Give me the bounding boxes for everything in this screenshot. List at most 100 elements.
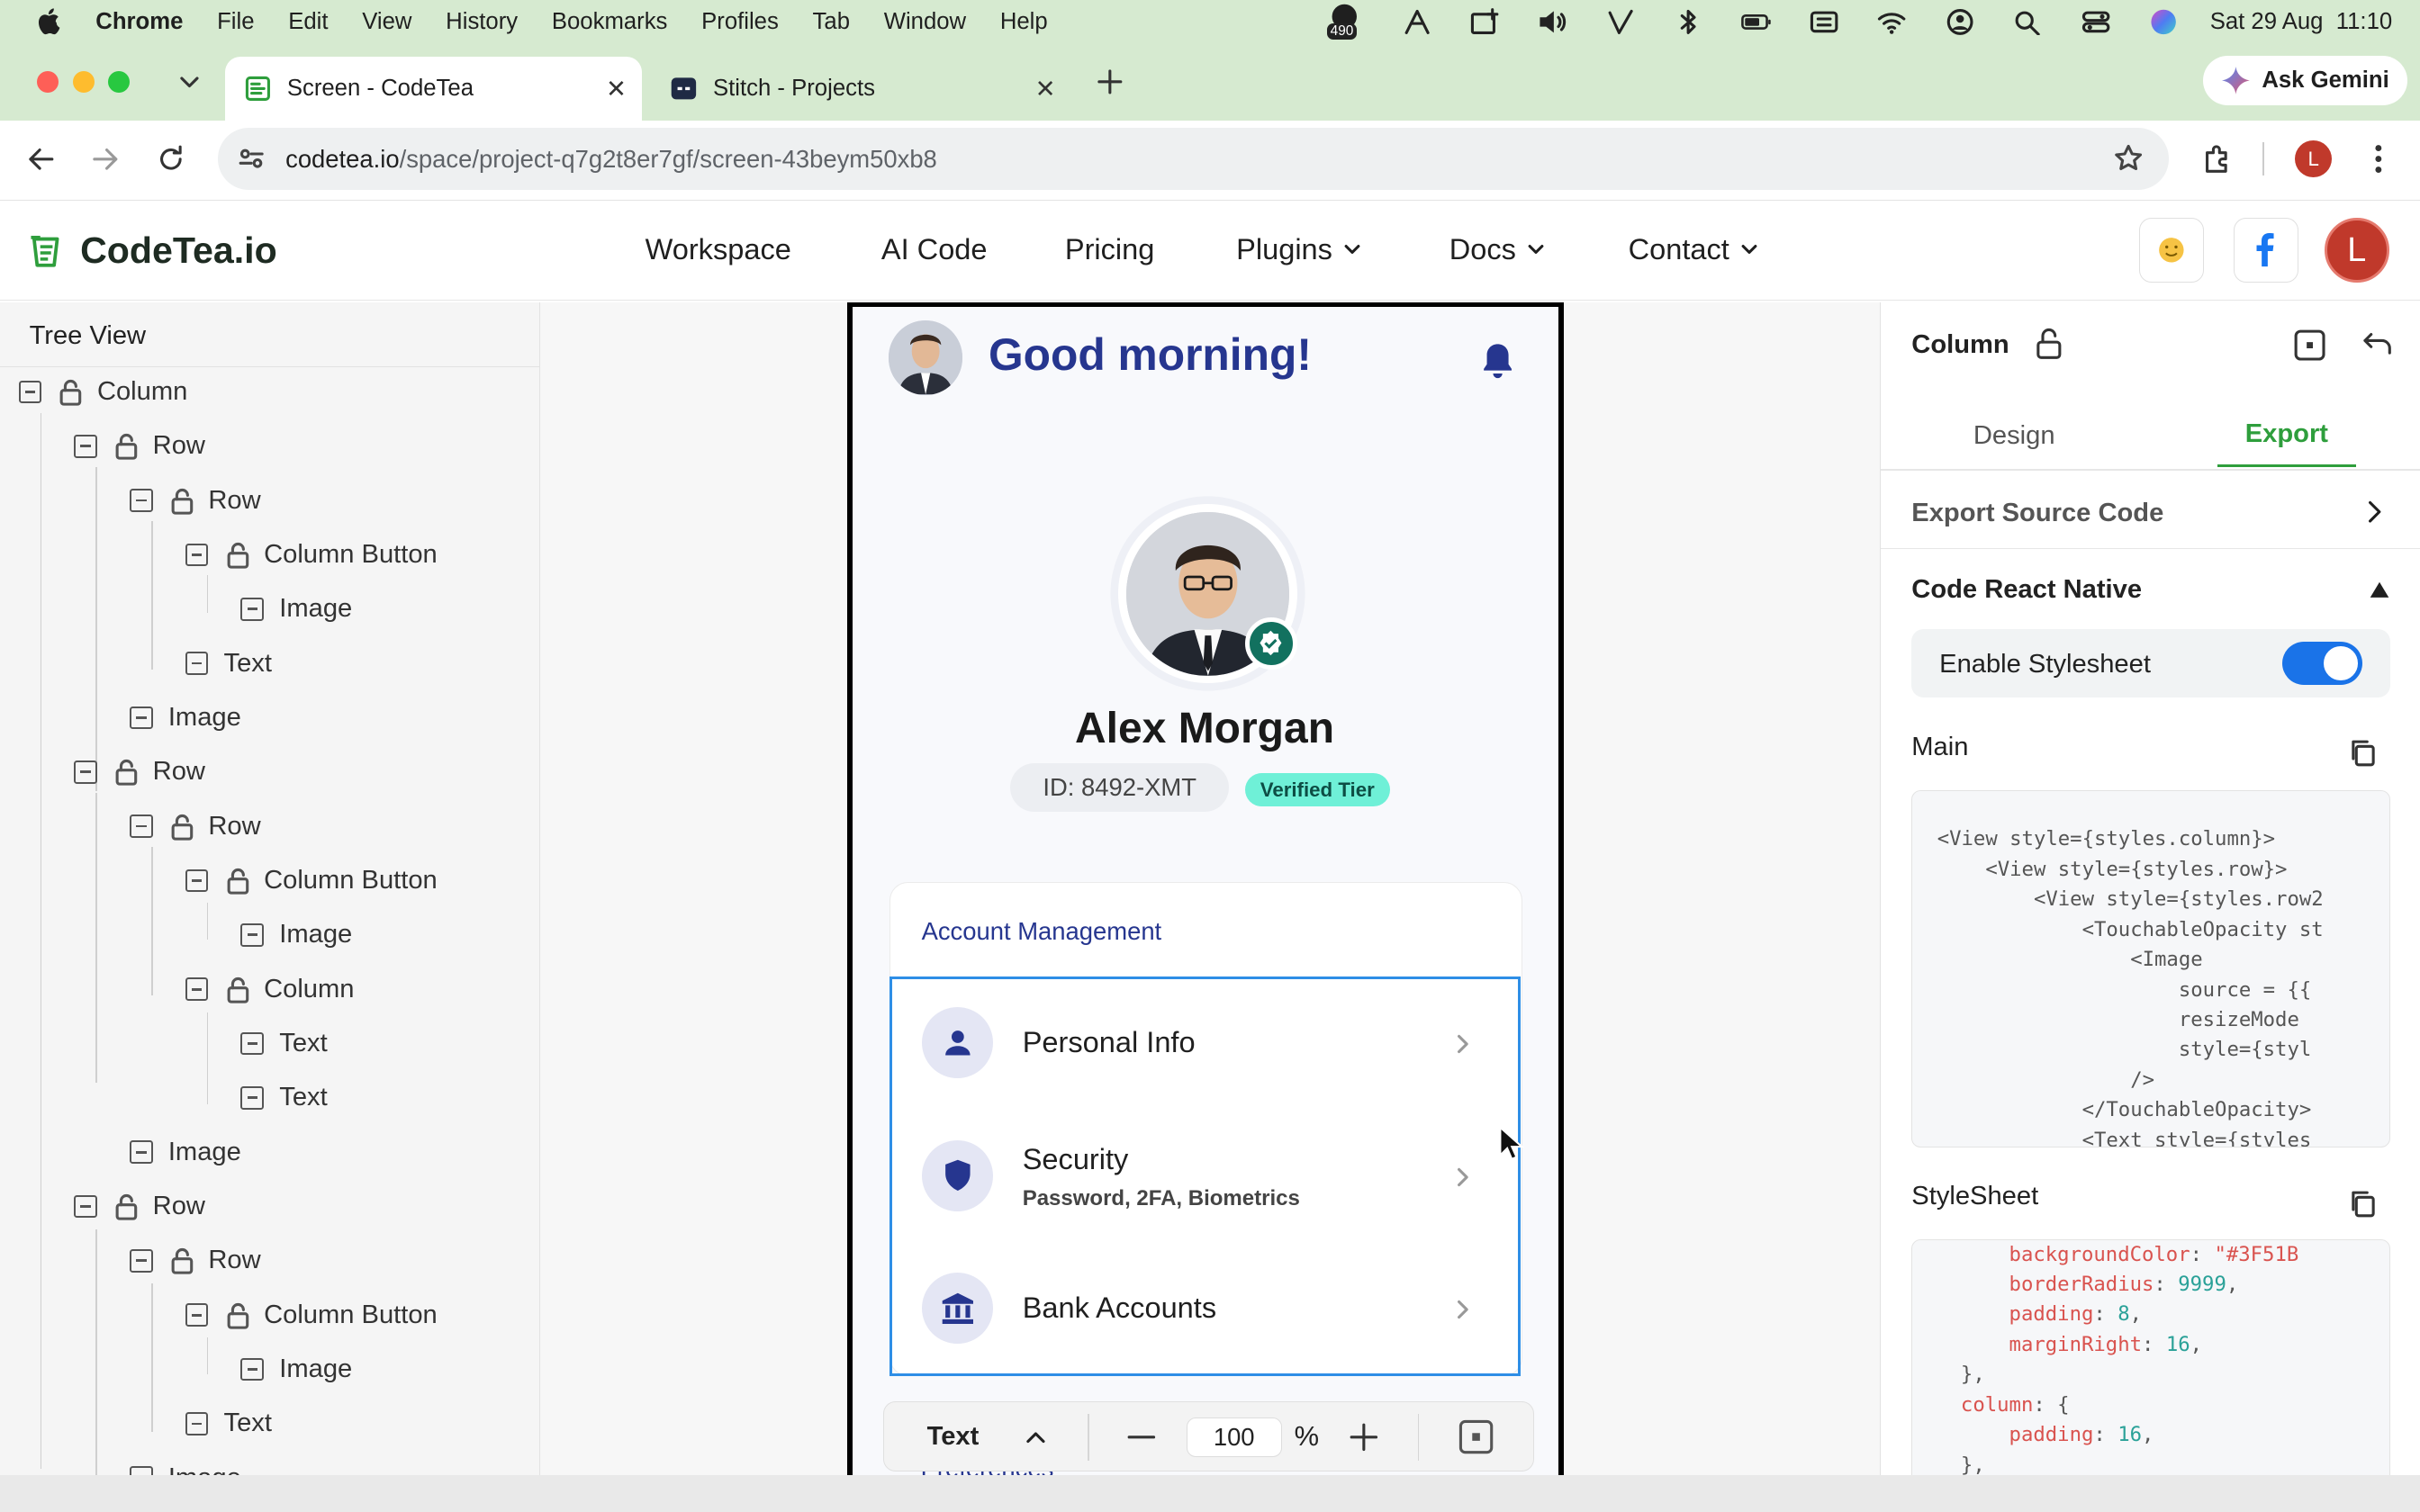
- nav-docs[interactable]: Docs: [1449, 233, 1547, 266]
- menu-app-name[interactable]: Chrome: [95, 9, 183, 35]
- app-a-icon[interactable]: [1398, 6, 1435, 37]
- back-arrow-icon[interactable]: [24, 142, 59, 176]
- undo-icon[interactable]: [2359, 327, 2396, 364]
- collapse-minus-icon[interactable]: [240, 923, 265, 947]
- collapse-minus-icon[interactable]: [130, 489, 153, 512]
- keyboard-input-icon[interactable]: [1806, 6, 1843, 37]
- unlock-icon[interactable]: [113, 1192, 140, 1220]
- window-minimize-button[interactable]: [72, 70, 95, 93]
- menu-history[interactable]: History: [446, 9, 518, 35]
- window-close-button[interactable]: [37, 70, 59, 93]
- collapse-minus-icon[interactable]: [185, 1412, 209, 1436]
- collapse-minus-icon[interactable]: [185, 868, 209, 893]
- volume-icon[interactable]: [1534, 6, 1571, 37]
- nav-pricing[interactable]: Pricing: [1065, 233, 1155, 266]
- copy-main-icon[interactable]: [2347, 737, 2378, 768]
- main-code-block[interactable]: <View style={styles.column}> <View style…: [1911, 789, 2390, 1148]
- enable-stylesheet-toggle[interactable]: [2281, 642, 2362, 686]
- frame-select-icon[interactable]: [2291, 327, 2328, 364]
- tree-node[interactable]: Column: [18, 374, 187, 410]
- user-account-icon[interactable]: [1941, 6, 1978, 37]
- tab-close-icon[interactable]: ✕: [1035, 75, 1056, 104]
- tree-node[interactable]: Image: [240, 590, 352, 627]
- unlock-icon[interactable]: [113, 758, 140, 787]
- design-canvas[interactable]: Good morning! Alex Morgan ID: 8492-XMT V…: [540, 302, 1880, 1475]
- tree-node[interactable]: Text: [240, 1025, 328, 1062]
- theme-toggle-button[interactable]: [2139, 217, 2205, 283]
- tree-node[interactable]: Row: [74, 1188, 205, 1225]
- header-avatar[interactable]: [888, 320, 962, 395]
- site-settings-icon[interactable]: [236, 143, 266, 174]
- window-maximize-button[interactable]: [108, 70, 130, 93]
- screen-add-icon[interactable]: [1467, 6, 1503, 37]
- facebook-button[interactable]: [2233, 217, 2298, 283]
- new-tab-plus-icon[interactable]: [1093, 65, 1127, 99]
- tree-node[interactable]: Text: [240, 1079, 328, 1116]
- nav-plugins[interactable]: Plugins: [1236, 233, 1363, 266]
- bookmark-star-icon[interactable]: [2113, 143, 2144, 174]
- zoom-out-minus-icon[interactable]: [1124, 1420, 1159, 1454]
- bluetooth-icon[interactable]: [1670, 6, 1707, 37]
- address-bar[interactable]: codetea.io/space/project-q7g2t8er7gf/scr…: [217, 128, 2169, 190]
- tree-node[interactable]: Column Button: [185, 536, 438, 573]
- collapse-minus-icon[interactable]: [185, 1303, 209, 1328]
- tab-close-icon[interactable]: ✕: [606, 75, 627, 104]
- collapse-minus-icon[interactable]: [240, 1031, 265, 1056]
- collapse-minus-icon[interactable]: [74, 434, 97, 458]
- collapse-minus-icon[interactable]: [185, 652, 209, 675]
- nav-contact[interactable]: Contact: [1629, 233, 1761, 266]
- menu-help[interactable]: Help: [1000, 9, 1048, 35]
- menu-view[interactable]: View: [362, 9, 411, 35]
- menu-bookmarks[interactable]: Bookmarks: [552, 9, 668, 35]
- notification-bell-icon[interactable]: [1479, 341, 1516, 382]
- unlock-icon[interactable]: [224, 541, 252, 569]
- collapse-minus-icon[interactable]: [130, 706, 153, 730]
- tree-node[interactable]: Row: [130, 808, 261, 845]
- copy-stylesheet-icon[interactable]: [2347, 1188, 2378, 1219]
- unlock-icon[interactable]: [113, 432, 140, 461]
- tree-node[interactable]: Image: [240, 916, 352, 953]
- unlock-icon[interactable]: [168, 1246, 196, 1275]
- element-type-selector[interactable]: Text: [927, 1422, 1051, 1452]
- control-center-icon[interactable]: [2077, 6, 2114, 37]
- wifi-icon[interactable]: [1874, 6, 1910, 37]
- tree-node[interactable]: Row: [74, 428, 205, 464]
- zoom-input[interactable]: 100: [1186, 1417, 1282, 1458]
- tab-stitch-projects[interactable]: Stitch - Projects ✕: [655, 57, 1071, 120]
- tree-node[interactable]: Image: [130, 699, 241, 736]
- unlock-icon[interactable]: [168, 813, 196, 841]
- tree-node[interactable]: Text: [185, 645, 272, 682]
- status-badge-icon[interactable]: 490: [1324, 3, 1368, 40]
- profile-photo[interactable]: [1118, 504, 1297, 684]
- tree-node[interactable]: Image: [130, 1460, 241, 1475]
- tab-design[interactable]: Design: [1973, 421, 2055, 451]
- tree-node[interactable]: Row: [74, 753, 205, 790]
- export-source-code-row[interactable]: Export Source Code: [1881, 472, 2420, 550]
- unlock-icon[interactable]: [2032, 327, 2066, 361]
- collapse-minus-icon[interactable]: [185, 543, 209, 567]
- forward-arrow-icon[interactable]: [88, 142, 122, 176]
- collapse-minus-icon[interactable]: [240, 597, 265, 621]
- tree-node[interactable]: Row: [130, 1242, 261, 1279]
- reload-icon[interactable]: [154, 142, 188, 176]
- collapse-minus-icon[interactable]: [130, 1140, 153, 1165]
- menu-edit[interactable]: Edit: [288, 9, 328, 35]
- tree-node[interactable]: Column Button: [185, 862, 438, 899]
- collapse-minus-icon[interactable]: [74, 760, 97, 784]
- tab-screen-codetea[interactable]: Screen - CodeTea ✕: [225, 57, 643, 121]
- ask-gemini-button[interactable]: Ask Gemini: [2203, 55, 2408, 105]
- code-section-header[interactable]: Code React Native: [1881, 549, 2420, 626]
- apple-icon[interactable]: [37, 7, 61, 36]
- codetea-logo[interactable]: CodeTea.io: [28, 230, 277, 272]
- profile-avatar[interactable]: L: [2295, 140, 2333, 178]
- menu-tab[interactable]: Tab: [813, 9, 850, 35]
- collapse-minus-icon[interactable]: [185, 977, 209, 1002]
- collapse-minus-icon[interactable]: [240, 1086, 265, 1110]
- collapse-minus-icon[interactable]: [74, 1194, 97, 1219]
- collapse-minus-icon[interactable]: [18, 380, 42, 404]
- unlock-icon[interactable]: [224, 976, 252, 1004]
- tree-node[interactable]: Row: [130, 482, 261, 519]
- unlock-icon[interactable]: [224, 867, 252, 895]
- nav-workspace[interactable]: Workspace: [646, 233, 791, 266]
- user-avatar-button[interactable]: L: [2324, 217, 2389, 283]
